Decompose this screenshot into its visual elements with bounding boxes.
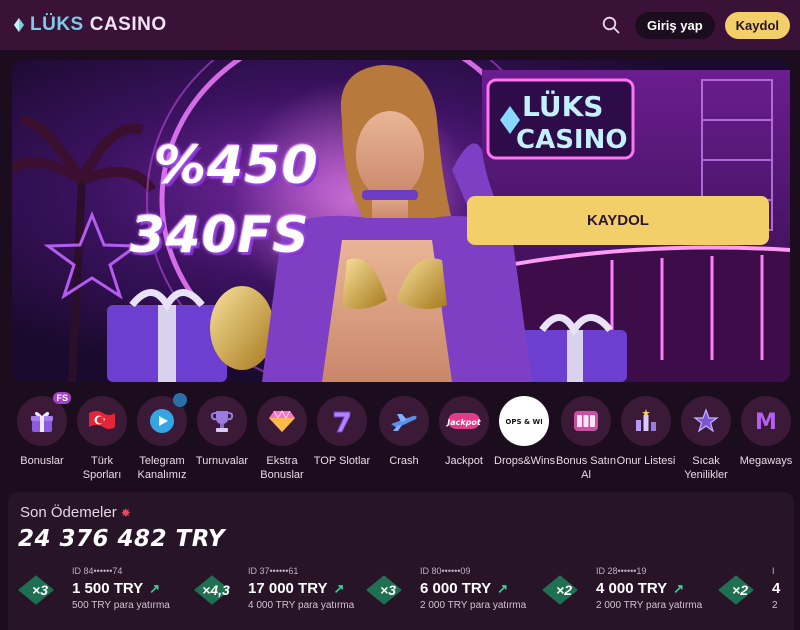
logo-diamond-icon [14,18,24,32]
category-ekstra-bonuslar[interactable]: Ekstra Bonuslar [252,396,312,482]
payout-multiplier: ×4,3 [202,582,230,598]
payout-user-id: ID 84••••••74 [72,566,123,576]
diamond-icon [269,409,295,432]
site-logo[interactable]: LÜKS CASINO [14,14,167,36]
register-button[interactable]: Kaydol [724,11,790,39]
category-crash[interactable]: Crash [374,396,434,468]
payout-multiplier: ×3 [32,582,48,598]
payout-amount: 4 [772,580,781,597]
arrow-icon [173,393,187,407]
leaderboard-icon [636,409,656,431]
payout-user-id: ID 37••••••61 [248,566,299,576]
category-label: Crash [389,455,419,467]
jackpot-icon-text: Jackpot [446,418,482,427]
category-label: Ekstra Bonuslar [260,455,304,481]
payout-amount-text: 6 000 TRY [420,580,492,597]
trend-up-icon: ↗ [333,581,345,596]
payout-item: ×2 I 4 2 [718,564,794,620]
hero-register-button[interactable]: KAYDOL [467,196,769,245]
category-label: Jackpot [445,455,483,467]
category-bonuslar[interactable]: FS Bonuslar [12,392,72,468]
payout-user-id: ID 28••••••19 [596,566,647,576]
hero-banner[interactable]: LÜKS CASINO %450 340FS KAYDOL [12,60,790,382]
jackpot-icon: Jackpot [446,413,482,429]
payout-amount: 4 000 TRY ↗ [596,580,684,597]
category-onur-listesi[interactable]: Onur Listesi [616,396,676,468]
category-telegram[interactable]: Telegram Kanalımız [132,393,192,482]
payout-multiplier: ×2 [732,582,748,598]
payout-amount: 6 000 TRY ↗ [420,580,508,597]
category-label: Bonus Satın Al [556,455,616,481]
category-label: Onur Listesi [616,455,676,467]
category-label: Megaways [739,455,793,467]
payout-amount-text: 1 500 TRY [72,580,144,597]
payout-user-id: ID 80••••••09 [420,566,471,576]
payout-amount-text: 17 000 TRY [248,580,328,597]
payout-multiplier: ×3 [380,582,396,598]
promo-free-spins: 340FS [130,206,310,264]
casino-sign-text-luks: LÜKS [522,89,603,123]
category-label: Bonuslar [20,455,64,467]
trophy-icon [210,411,234,432]
drops-wins-icon: DROPS & WINS [506,418,542,426]
logo-text-luks: LÜKS [30,14,84,35]
category-label: Sıcak Yenilikler [684,455,728,481]
payout-amount: 1 500 TRY ↗ [72,580,160,597]
login-button[interactable]: Giriş yap [635,11,715,39]
free-spins-badge: FS [53,392,71,404]
category-top-slotlar[interactable]: TOP Slotlar [312,396,372,468]
promo-bonus-percent: %450 [154,136,319,196]
payout-deposit: 2 000 TRY para yatırma [420,600,527,611]
category-sicak-yenilikler[interactable]: Sıcak Yenilikler [676,396,736,482]
category-drops-wins[interactable]: DROPS & WINS Drops&Wins [494,396,556,468]
search-button[interactable] [597,11,625,39]
payout-item: ×2 ID 28••••••19 4 000 TRY ↗ 2 000 TRY pa… [542,564,712,620]
payout-item: ×3 ID 84••••••74 1 500 TRY ↗ 500 TRY para… [18,564,188,620]
category-jackpot[interactable]: Jackpot Jackpot [434,396,494,468]
payout-amount: 17 000 TRY ↗ [248,580,344,597]
telegram-icon [150,409,174,433]
category-label: TOP Slotlar [313,455,371,467]
payout-deposit: 2 000 TRY para yatırma [596,600,703,611]
category-label: Turnuvalar [195,455,249,467]
payout-multiplier: ×2 [556,582,572,598]
jet-icon [391,414,417,431]
search-icon [602,16,620,34]
live-indicator-icon: ✸ [120,506,131,520]
lucky-seven-icon [333,411,351,433]
category-turnuvalar[interactable]: Turnuvalar [192,396,252,468]
category-bonus-satin-al[interactable]: Bonus Satın Al [556,396,616,482]
payout-amount-text: 4 000 TRY [596,580,668,597]
trend-up-icon: ↗ [497,581,509,596]
payout-deposit: 2 [772,600,778,611]
trend-up-icon: ↗ [673,581,685,596]
trend-up-icon: ↗ [149,581,161,596]
category-label: Drops&Wins [494,455,556,467]
payout-item: ×4,3 ID 37••••••61 17 000 TRY ↗ 4 000 TRY… [194,564,364,620]
recent-payouts-panel: Son Ödemeler ✸ 24 376 482 TRY ×3 ID 84•••… [8,492,794,630]
top-header: LÜKS CASINO Giriş yap Kaydol [0,0,800,50]
payout-user-id: I [772,566,775,576]
payouts-title: Son Ödemeler ✸ [20,504,131,521]
megaways-icon: M [755,410,777,435]
drops-wins-icon-text: DROPS & WINS [506,418,542,426]
category-label: Türk Sporları [82,455,122,481]
turkish-flag-icon [89,411,115,429]
gift-icon [31,411,53,432]
category-label: Telegram Kanalımız [137,455,187,481]
casino-sign-text-casino: CASINO [516,125,627,155]
payouts-total: 24 376 482 TRY [18,526,225,552]
star-icon [693,408,719,433]
logo-text-casino: CASINO [89,14,167,35]
slot-machine-icon [574,411,598,431]
payouts-title-text: Son Ödemeler [20,504,117,521]
category-strip: FS Bonuslar Türk Sporları Telegram Kanal… [0,392,800,486]
category-megaways[interactable]: M Megaways [736,396,796,468]
payout-item: ×3 ID 80••••••09 6 000 TRY ↗ 2 000 TRY pa… [366,564,536,620]
megaways-icon-text: M [755,410,777,435]
category-turk-sporlari[interactable]: Türk Sporları [72,396,132,482]
payout-deposit: 500 TRY para yatırma [72,600,170,611]
payout-deposit: 4 000 TRY para yatırma [248,600,355,611]
